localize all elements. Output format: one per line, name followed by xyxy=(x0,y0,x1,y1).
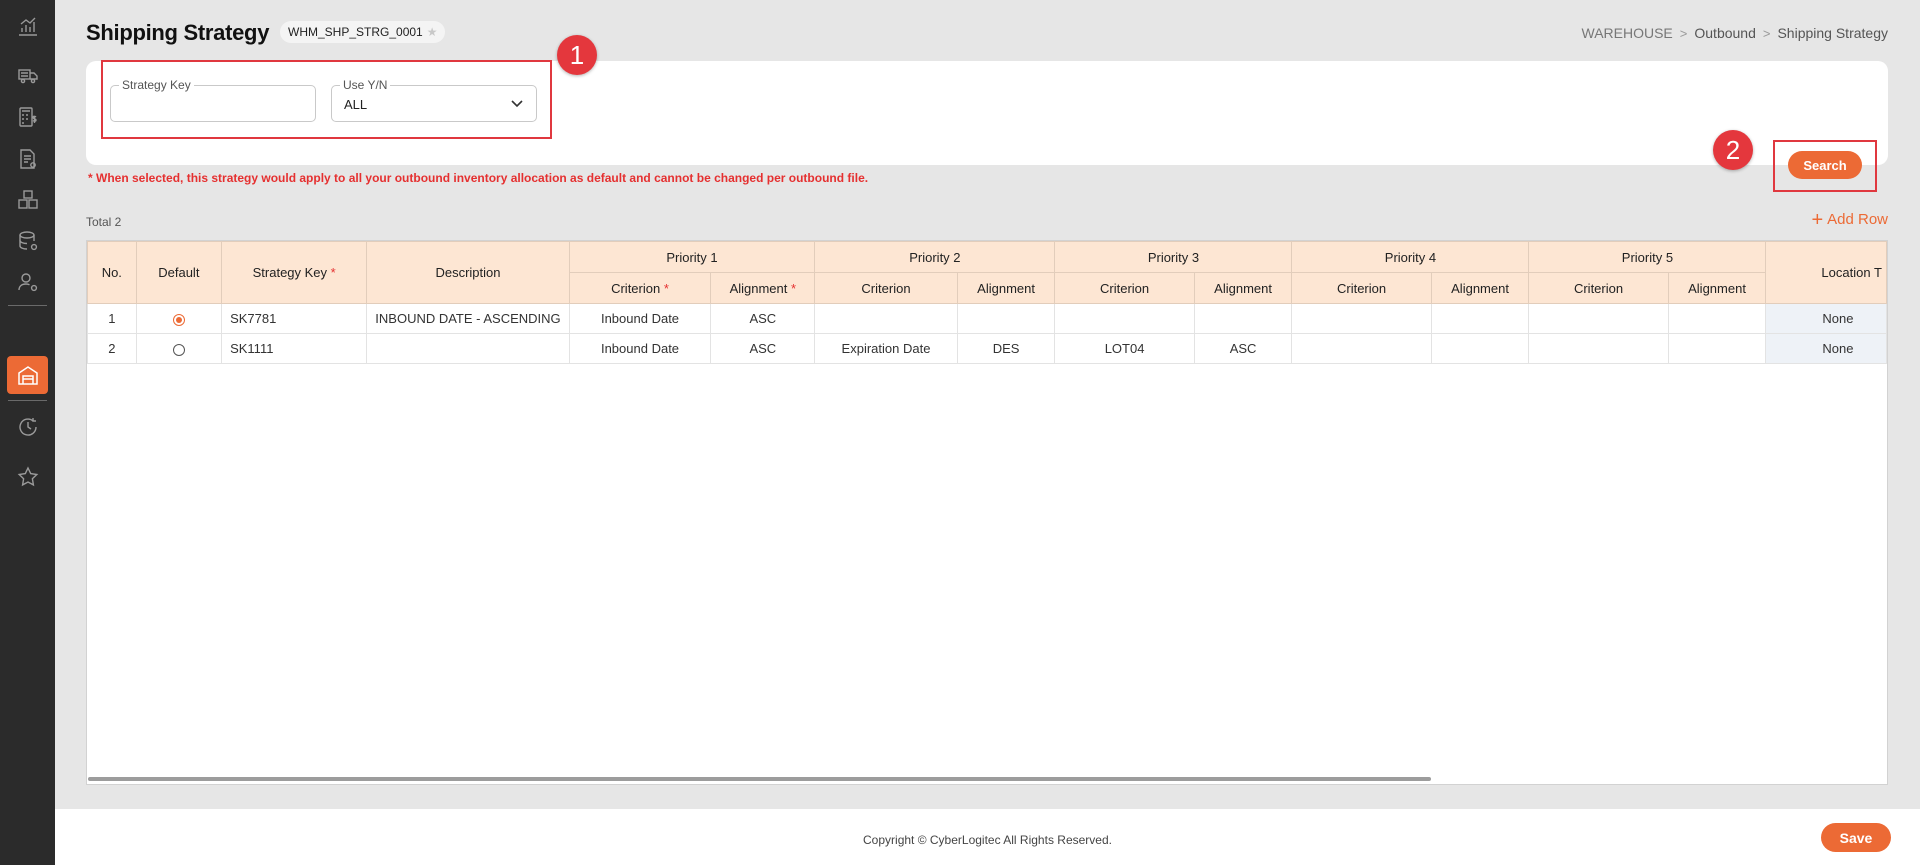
col-header-alignment: Alignment * xyxy=(710,272,816,304)
cell-no: 1 xyxy=(87,303,137,334)
cell-strategy-key[interactable]: SK7781 xyxy=(221,303,368,334)
breadcrumb-item[interactable]: WAREHOUSE xyxy=(1582,25,1673,41)
database-settings-icon[interactable] xyxy=(7,222,48,260)
col-header-criterion: Criterion xyxy=(814,272,958,304)
col-header-alignment: Alignment xyxy=(1667,272,1767,304)
cell-location[interactable]: None xyxy=(1765,333,1887,364)
cell-p4-alignment[interactable] xyxy=(1430,333,1530,364)
required-mark: * xyxy=(330,265,336,280)
cell-p2-criterion[interactable]: Expiration Date xyxy=(814,333,958,364)
user-settings-icon[interactable] xyxy=(7,263,48,301)
cell-p1-alignment[interactable]: ASC xyxy=(710,303,816,334)
cell-location[interactable]: None xyxy=(1765,303,1887,334)
required-mark: * xyxy=(791,280,797,296)
boxes-icon[interactable] xyxy=(7,181,48,219)
col-header-default: Default xyxy=(135,241,223,304)
default-radio[interactable] xyxy=(172,313,185,326)
billing-calculator-icon[interactable] xyxy=(7,98,48,136)
truck-delivery-icon[interactable] xyxy=(7,56,48,94)
cell-description[interactable]: INBOUND DATE - ASCENDING xyxy=(366,303,570,334)
add-row-button[interactable]: + Add Row xyxy=(1811,208,1888,231)
table-row[interactable]: 1 SK7781 INBOUND DATE - ASCENDING Inboun… xyxy=(87,303,1887,334)
page-title: Shipping Strategy xyxy=(86,20,270,45)
chevron-right-icon: > xyxy=(1762,25,1771,41)
cell-p4-criterion[interactable] xyxy=(1291,303,1432,334)
breadcrumb-item[interactable]: Outbound xyxy=(1694,25,1756,41)
col-header-priority-5: Priority 5 xyxy=(1528,241,1767,273)
cell-p2-alignment[interactable] xyxy=(956,303,1056,334)
cell-default xyxy=(135,333,223,364)
cell-description[interactable] xyxy=(366,333,570,364)
cell-p4-criterion[interactable] xyxy=(1291,333,1432,364)
horizontal-scrollbar[interactable] xyxy=(88,777,1431,781)
sidebar-divider xyxy=(8,305,47,306)
annotation-box-1 xyxy=(101,60,552,139)
col-header-priority-1: Priority 1 xyxy=(568,241,816,273)
cell-p2-alignment[interactable]: DES xyxy=(956,333,1056,364)
favorite-star-icon[interactable]: ★ xyxy=(427,25,438,39)
col-header-description: Description xyxy=(366,241,570,304)
col-header-priority-3: Priority 3 xyxy=(1054,241,1293,273)
col-header-alignment: Alignment xyxy=(1430,272,1530,304)
breadcrumb: WAREHOUSE > Outbound > Shipping Strategy xyxy=(1582,25,1889,41)
alignment-label: Alignment xyxy=(729,280,788,296)
col-header-strategy-key: Strategy Key * xyxy=(221,241,368,304)
col-header-alignment: Alignment xyxy=(1193,272,1293,304)
page-code-badge: WHM_SHP_STRG_0001 ★ xyxy=(280,21,446,43)
strategy-table: No. Default Strategy Key * Description P… xyxy=(87,241,1887,364)
cell-p1-criterion[interactable]: Inbound Date xyxy=(568,303,712,334)
sidebar xyxy=(0,0,55,865)
cell-default xyxy=(135,303,223,334)
cell-p5-alignment[interactable] xyxy=(1667,303,1767,334)
col-header-criterion: Criterion xyxy=(1528,272,1669,304)
add-row-label: Add Row xyxy=(1827,211,1888,228)
annotation-marker-2: 2 xyxy=(1713,130,1753,170)
table-row[interactable]: 2 SK1111 Inbound Date ASC Expiration Dat… xyxy=(87,333,1887,364)
cell-strategy-key[interactable]: SK1111 xyxy=(221,333,368,364)
required-mark: * xyxy=(663,280,669,296)
col-header-no: No. xyxy=(87,241,137,304)
breadcrumb-item-current: Shipping Strategy xyxy=(1777,25,1888,41)
annotation-box-2 xyxy=(1773,140,1877,192)
annotation-marker-1: 1 xyxy=(557,35,597,75)
col-header-criterion: Criterion xyxy=(1291,272,1432,304)
cell-p1-criterion[interactable]: Inbound Date xyxy=(568,333,712,364)
plus-icon: + xyxy=(1811,208,1824,231)
total-count: Total 2 xyxy=(86,215,122,229)
save-button[interactable]: Save xyxy=(1821,823,1891,852)
cell-p4-alignment[interactable] xyxy=(1430,303,1530,334)
col-header-priority-2: Priority 2 xyxy=(814,241,1056,273)
cell-p1-alignment[interactable]: ASC xyxy=(710,333,816,364)
analytics-chart-icon[interactable] xyxy=(7,7,48,45)
strategy-grid: No. Default Strategy Key * Description P… xyxy=(86,240,1888,785)
cell-p2-criterion[interactable] xyxy=(814,303,958,334)
cell-p3-criterion[interactable]: LOT04 xyxy=(1054,333,1195,364)
star-icon[interactable] xyxy=(7,458,48,496)
sidebar-divider xyxy=(8,400,47,401)
default-strategy-notice: * When selected, this strategy would app… xyxy=(88,171,869,185)
page-code: WHM_SHP_STRG_0001 xyxy=(288,25,423,39)
col-header-alignment: Alignment xyxy=(956,272,1056,304)
criterion-label: Criterion xyxy=(611,280,661,296)
copyright-text: Copyright © CyberLogitec All Rights Rese… xyxy=(863,833,1112,847)
cell-p5-criterion[interactable] xyxy=(1528,303,1669,334)
default-radio[interactable] xyxy=(172,343,185,356)
cell-p3-alignment[interactable] xyxy=(1193,303,1293,334)
cell-no: 2 xyxy=(87,333,137,364)
cell-p5-criterion[interactable] xyxy=(1528,333,1669,364)
chevron-right-icon: > xyxy=(1679,25,1688,41)
col-header-location: Location T xyxy=(1765,241,1887,304)
cell-p3-alignment[interactable]: ASC xyxy=(1193,333,1293,364)
warehouse-icon[interactable] xyxy=(7,356,48,394)
cell-p5-alignment[interactable] xyxy=(1667,333,1767,364)
col-header-strategy-key-label: Strategy Key xyxy=(252,265,328,280)
footer: Copyright © CyberLogitec All Rights Rese… xyxy=(55,809,1920,865)
cell-p3-criterion[interactable] xyxy=(1054,303,1195,334)
history-clock-icon[interactable] xyxy=(7,408,48,446)
document-settings-icon[interactable] xyxy=(7,140,48,178)
col-header-criterion: Criterion xyxy=(1054,272,1195,304)
col-header-priority-4: Priority 4 xyxy=(1291,241,1530,273)
col-header-criterion: Criterion * xyxy=(568,272,712,304)
